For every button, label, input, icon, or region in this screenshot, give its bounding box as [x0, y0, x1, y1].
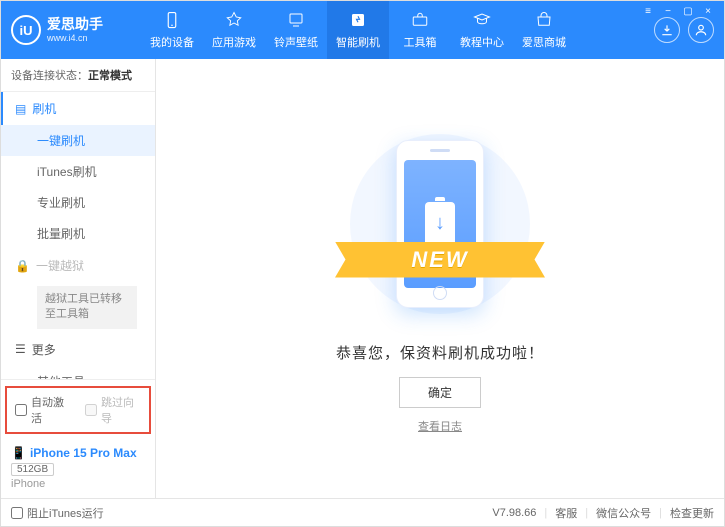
sidebar-item-oneclick-flash[interactable]: 一键刷机 — [1, 125, 155, 156]
lock-icon: 🔒 — [15, 259, 30, 273]
device-storage: 512GB — [11, 463, 54, 476]
ringtone-icon — [286, 10, 306, 30]
skip-guide-checkbox: 跳过向导 — [85, 394, 141, 426]
nav-label: 应用游戏 — [212, 34, 256, 50]
nav-store[interactable]: 爱思商城 — [513, 1, 575, 59]
auto-activate-checkbox[interactable]: 自动激活 — [15, 394, 71, 426]
nav-label: 我的设备 — [150, 34, 194, 50]
support-link[interactable]: 客服 — [555, 505, 577, 521]
sidebar-item-pro-flash[interactable]: 专业刷机 — [1, 187, 155, 218]
sidebar: 设备连接状态：正常模式 ▤ 刷机 一键刷机 iTunes刷机 专业刷机 批量刷机… — [1, 59, 156, 498]
logo-icon: iU — [11, 15, 41, 45]
nav-label: 智能刷机 — [336, 34, 380, 50]
close-icon[interactable]: × — [699, 4, 717, 18]
nav-label: 铃声壁纸 — [274, 34, 318, 50]
block-itunes-checkbox[interactable]: 阻止iTunes运行 — [11, 505, 104, 521]
nav-apps[interactable]: 应用游戏 — [203, 1, 265, 59]
nav-label: 教程中心 — [460, 34, 504, 50]
menu-icon[interactable]: ≡ — [639, 4, 657, 18]
flash-group-icon: ▤ — [15, 102, 26, 116]
store-icon — [534, 10, 554, 30]
auto-activate-input[interactable] — [15, 404, 27, 416]
success-message: 恭喜您，保资料刷机成功啦！ — [336, 342, 544, 363]
user-button[interactable] — [688, 17, 714, 43]
download-button[interactable] — [654, 17, 680, 43]
more-group-icon: ☰ — [15, 342, 26, 356]
new-ribbon: NEW — [335, 242, 545, 278]
nav-flash[interactable]: 智能刷机 — [327, 1, 389, 59]
tutorial-icon — [472, 10, 492, 30]
nav-label: 工具箱 — [404, 34, 437, 50]
wechat-link[interactable]: 微信公众号 — [596, 505, 651, 521]
connection-status: 设备连接状态：正常模式 — [1, 59, 155, 92]
ok-button[interactable]: 确定 — [399, 377, 481, 408]
apps-icon — [224, 10, 244, 30]
sidebar-group-flash[interactable]: ▤ 刷机 — [1, 92, 155, 125]
nav-label: 爱思商城 — [522, 34, 566, 50]
version-label: V7.98.66 — [492, 507, 536, 519]
block-itunes-input[interactable] — [11, 507, 23, 519]
nav-tutorial[interactable]: 教程中心 — [451, 1, 513, 59]
success-illustration: NEW — [350, 124, 530, 324]
minimize-icon[interactable]: − — [659, 4, 677, 18]
device-info: 📱 iPhone 15 Pro Max 512GB iPhone — [1, 440, 155, 498]
phone-icon: 📱 — [11, 446, 26, 460]
sidebar-group-more[interactable]: ☰ 更多 — [1, 333, 155, 366]
options-highlight-box: 自动激活 跳过向导 — [5, 386, 151, 434]
device-icon — [162, 10, 182, 30]
sidebar-item-itunes-flash[interactable]: iTunes刷机 — [1, 156, 155, 187]
flash-icon — [348, 10, 368, 30]
brand-subtitle: www.i4.cn — [47, 33, 103, 44]
toolbox-icon — [410, 10, 430, 30]
header: iU 爱思助手 www.i4.cn 我的设备 应用游戏 铃声壁纸 智能刷机 — [1, 1, 724, 59]
nav-my-device[interactable]: 我的设备 — [141, 1, 203, 59]
footer: 阻止iTunes运行 V7.98.66 | 客服 | 微信公众号 | 检查更新 — [1, 498, 724, 526]
view-log-link[interactable]: 查看日志 — [418, 418, 462, 434]
logo: iU 爱思助手 www.i4.cn — [11, 15, 141, 45]
sidebar-item-batch-flash[interactable]: 批量刷机 — [1, 218, 155, 249]
device-type: iPhone — [11, 478, 145, 490]
nav-ringtone[interactable]: 铃声壁纸 — [265, 1, 327, 59]
nav-toolbox[interactable]: 工具箱 — [389, 1, 451, 59]
device-name[interactable]: 📱 iPhone 15 Pro Max — [11, 446, 145, 460]
main-content: NEW 恭喜您，保资料刷机成功啦！ 确定 查看日志 — [156, 59, 724, 498]
jailbreak-note: 越狱工具已转移至工具箱 — [37, 286, 137, 329]
sidebar-item-other-tools[interactable]: 其他工具 — [1, 366, 155, 379]
sidebar-group-jailbreak: 🔒 一键越狱 — [1, 249, 155, 282]
check-update-link[interactable]: 检查更新 — [670, 505, 714, 521]
maximize-icon[interactable]: ▢ — [679, 4, 697, 18]
skip-guide-input — [85, 404, 97, 416]
brand-title: 爱思助手 — [47, 16, 103, 33]
